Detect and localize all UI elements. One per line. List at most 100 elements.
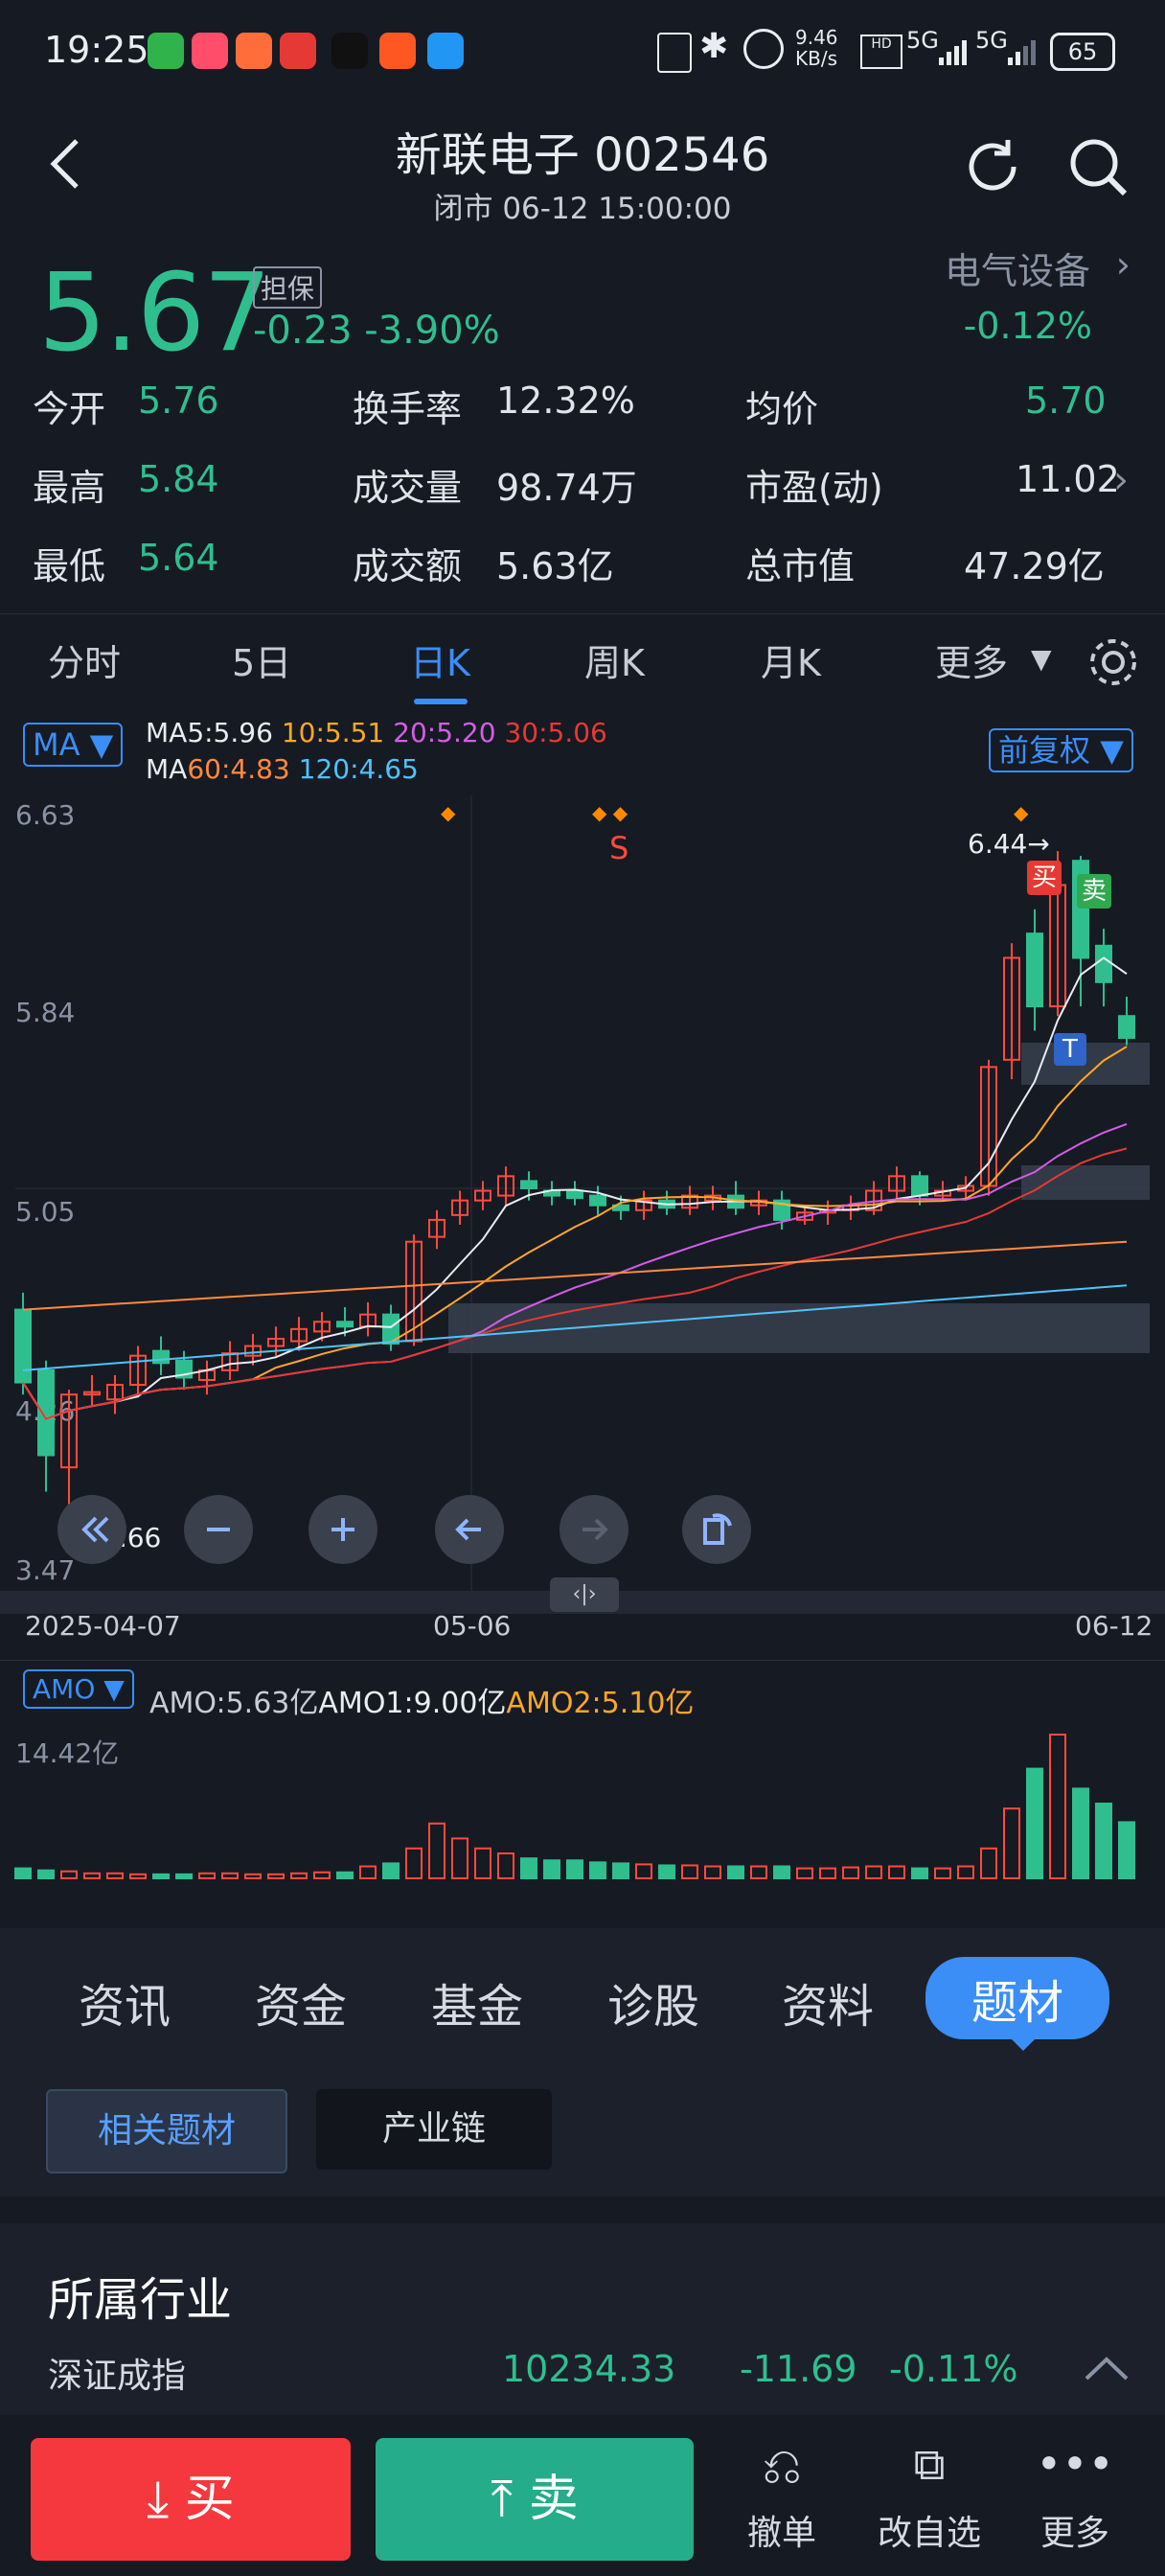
x-label: 2025-04-07 [25,1610,181,1642]
zoom-out-button[interactable] [184,1495,253,1564]
search-icon[interactable] [1063,132,1132,201]
amo-bar [1095,1802,1112,1879]
amo-bar [83,1872,101,1879]
tab-more[interactable]: 更多 [935,633,1008,686]
amo-bar [681,1864,698,1879]
candle [1026,932,1043,1008]
tab-daily-k[interactable]: 日K [410,633,470,686]
ma5-legend: MA5:5.96 [146,717,273,748]
industry-link[interactable]: 电气设备 [945,242,1090,294]
ma60-legend: 60:4.83 [187,753,290,785]
tab-intraday[interactable]: 分时 [48,633,121,686]
s-tag: S [609,830,629,866]
tab-funds[interactable]: 资金 [255,1968,347,2036]
amo-bar [382,1862,400,1879]
ma-legend-row2: MA60:4.83 120:4.65 [146,753,419,785]
adjust-label: 前复权 [998,732,1091,769]
candle [37,1368,55,1457]
current-price: 5.67 [38,251,271,376]
amo-bar [497,1852,514,1879]
zoom-in-button[interactable] [308,1495,377,1564]
amo-bar [1026,1767,1043,1879]
amo-bar [267,1873,285,1879]
subtab-industry-chain[interactable]: 产业链 [316,2089,552,2170]
stat-label: 最高 [33,467,106,509]
ma20-legend: 20:5.20 [393,717,496,748]
stat-label: 市盈(动) [745,467,883,509]
amo-bar [451,1837,468,1879]
tab-diagnosis[interactable]: 诊股 [607,1968,699,2036]
edit-watchlist-button[interactable]: ⧉ 改自选 [872,2438,987,2555]
amo-bar [1049,1734,1066,1879]
cancel-label: 撤单 [746,2514,816,2553]
rotate-screen-button[interactable] [682,1495,751,1564]
cancel-order-button[interactable]: ⎌ 撤单 [724,2438,839,2555]
tab-weekly-k[interactable]: 周K [584,633,645,686]
amo-bar [1072,1787,1089,1879]
section-title: 所属行业 [48,2273,233,2327]
amo-button-label: AMO [33,1673,96,1705]
index-name[interactable]: 深证成指 [48,2348,186,2398]
amo-selector[interactable]: AMO ▼ [23,1669,134,1709]
tab-themes[interactable]: 题材 [925,1957,1110,2039]
margin-tag: 担保 [253,266,323,309]
candle [1118,1015,1135,1040]
refresh-icon[interactable] [958,132,1027,201]
stat-label: 最低 [33,545,106,587]
amo-bar [60,1870,78,1879]
candle [14,1308,32,1384]
bluetooth-icon: ✱ [699,27,729,66]
amo-bar [957,1865,974,1879]
signal-icon [1008,38,1037,65]
status-time: 19:25 [44,29,149,71]
collapse-icon[interactable] [1083,2354,1131,2382]
amo-legend-item: AMO:5.63亿 [149,1687,319,1720]
divider [0,1660,1165,1661]
tab-profile[interactable]: 资料 [782,1968,874,2036]
subtab-related-themes[interactable]: 相关题材 [46,2089,287,2174]
battery-icon: 65 [1050,33,1115,71]
dropdown-icon: ▼ [1031,643,1052,675]
status-bar: 19:25 ✱ 9.46 KB/s HD 5G 5G 65 [0,0,1165,105]
ma-selector[interactable]: MA ▼ [23,723,124,767]
amo-bar [520,1857,537,1879]
sell-button[interactable]: ⤒ 卖 [376,2438,694,2561]
stat-value: 5.63亿 [496,545,614,587]
tab-news[interactable]: 资讯 [79,1968,171,2036]
kline-chart[interactable] [0,786,1165,1591]
scroll-left-button[interactable] [435,1495,504,1564]
stat-value: 12.32% [496,380,635,422]
stat-label: 成交量 [353,467,463,509]
tab-fund[interactable]: 基金 [431,1968,523,2036]
amo-chart[interactable] [0,1725,1165,1884]
tab-monthly-k[interactable]: 月K [761,633,821,686]
amo-bar [796,1867,813,1879]
news-app-icon [280,33,316,69]
amo-bar [543,1859,560,1879]
t-signal-tag: T [1054,1033,1086,1066]
ma-line [22,1240,1128,1311]
alarm-icon [743,29,784,69]
scroll-start-button[interactable] [57,1495,126,1564]
tab-5day[interactable]: 5日 [232,633,291,686]
amo-bar [221,1872,239,1879]
settings-icon[interactable] [1086,635,1140,689]
scroll-right-button[interactable] [560,1495,628,1564]
amo-bar [129,1873,147,1879]
amo-bar [1003,1807,1020,1879]
event-marker: ◆ [441,801,456,824]
chevron-right-icon[interactable]: › [1113,458,1129,502]
stat-label: 今开 [33,388,106,430]
undo-icon: ⎌ [762,2438,802,2496]
amo-bar [244,1873,262,1879]
amo-bar [474,1847,491,1879]
stat-value: 5.84 [138,458,219,500]
more-button[interactable]: ••• 更多 [1017,2438,1132,2555]
adjust-selector[interactable]: 前复权 ▼ [989,726,1133,772]
scroll-handle[interactable]: ‹|› [550,1577,619,1612]
more-dots-icon: ••• [1036,2438,1114,2490]
ma-legend-row1: MA5:5.96 10:5.51 20:5.20 30:5.06 [146,717,607,748]
amo-bar [819,1867,836,1879]
amo-bar [612,1862,629,1879]
buy-button[interactable]: ⤓ 买 [31,2438,351,2561]
